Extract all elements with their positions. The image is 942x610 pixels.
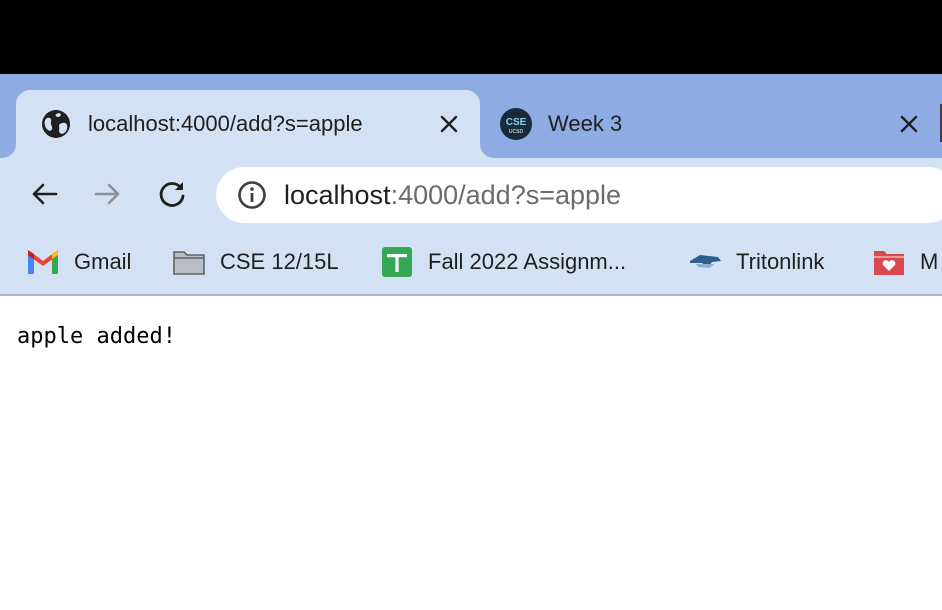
- browser-toolbar: localhost:4000/add?s=apple: [0, 158, 942, 232]
- bookmark-label: Gmail: [74, 249, 132, 274]
- url-host: localhost: [284, 179, 391, 210]
- back-arrow-icon[interactable]: [24, 174, 64, 214]
- close-tab-icon[interactable]: [896, 111, 922, 137]
- tab-title: Week 3: [548, 111, 623, 136]
- globe-icon: [40, 108, 72, 140]
- tab-week-3[interactable]: CSE UCSD Week 3: [480, 90, 942, 158]
- url-path: :4000/add?s=apple: [390, 179, 622, 210]
- tab-strip: localhost:4000/add?s=apple CSE UCSD Week…: [0, 74, 942, 158]
- info-icon[interactable]: [236, 179, 268, 211]
- url-text: localhost:4000/add?s=apple: [284, 180, 621, 211]
- bookmark-label: Fall 2022 Assignm...: [428, 249, 627, 274]
- cse-ucsd-logo-icon: CSE UCSD: [500, 108, 532, 140]
- bookmark-label: Tritonlink: [736, 249, 825, 274]
- bookmarks-bar: Gmail CSE 12/15L Fall 2022 Assignm... Tr…: [0, 232, 942, 296]
- tritonlink-icon: [688, 247, 722, 277]
- bookmark-fall-2022-assignments[interactable]: Fall 2022 Assignm...: [380, 244, 626, 280]
- ucsd-logo-text: UCSD: [509, 129, 524, 135]
- bookmark-m[interactable]: M: [872, 244, 938, 280]
- bookmark-label: M: [920, 249, 939, 274]
- cse-logo-text: CSE: [506, 117, 527, 128]
- bookmark-cse-12-15l[interactable]: CSE 12/15L: [172, 244, 339, 280]
- bookmark-gmail[interactable]: Gmail: [26, 244, 131, 280]
- gmail-icon: [26, 247, 60, 277]
- page-content: apple added!: [0, 296, 942, 610]
- bookmark-label: CSE 12/15L: [220, 249, 339, 274]
- folder-icon: [172, 247, 206, 277]
- close-tab-icon[interactable]: [436, 111, 462, 137]
- forward-arrow-icon[interactable]: [88, 174, 128, 214]
- tab-title: localhost:4000/add?s=apple: [88, 111, 363, 136]
- tab-localhost[interactable]: localhost:4000/add?s=apple: [16, 90, 480, 158]
- bookmark-tritonlink[interactable]: Tritonlink: [688, 244, 824, 280]
- sheets-icon: [380, 247, 414, 277]
- response-message: apple added!: [17, 324, 176, 349]
- window-top-bar: [0, 0, 942, 74]
- red-folder-icon: [872, 247, 906, 277]
- reload-icon[interactable]: [152, 174, 192, 214]
- address-bar[interactable]: localhost:4000/add?s=apple: [216, 167, 942, 223]
